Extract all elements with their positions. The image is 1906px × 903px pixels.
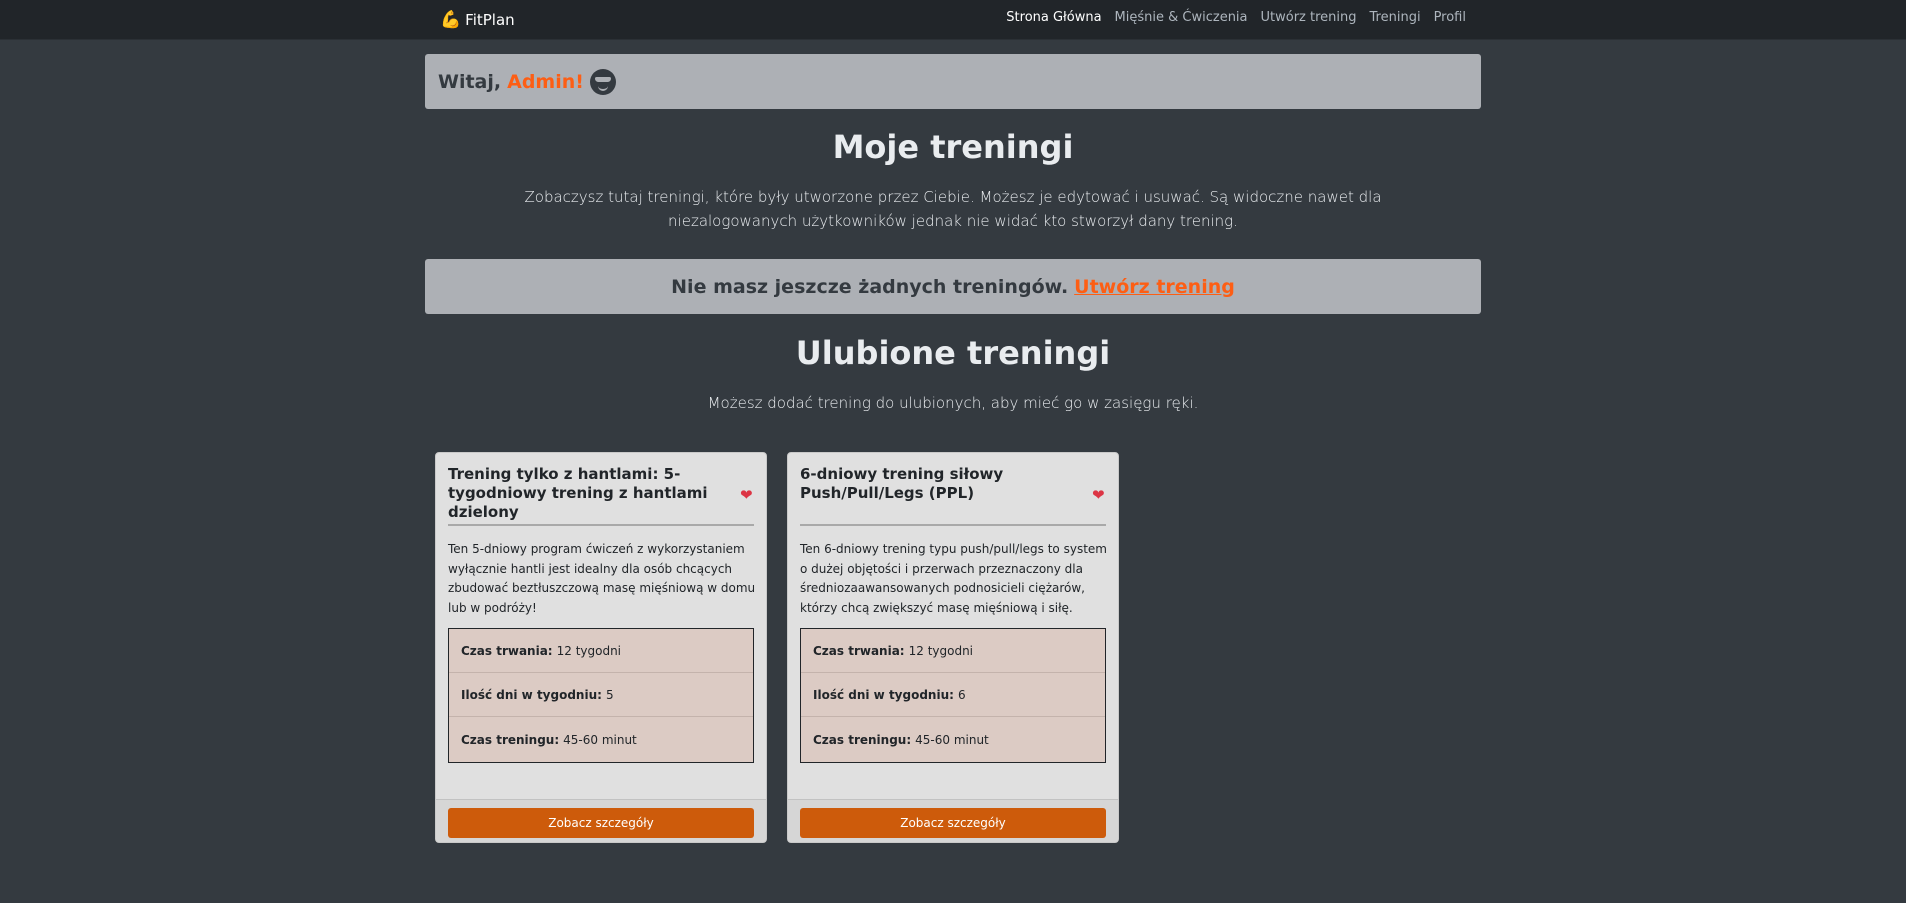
sunglasses-smiley-icon: [589, 68, 616, 95]
card-title: Trening tylko z hantlami: 5-tygodniowy t…: [448, 465, 708, 521]
card-footer: Zobacz szczegóły: [436, 799, 766, 842]
detail-value: 5: [605, 687, 614, 702]
nav-links: Strona Główna Mięśnie & Ćwiczenia Utwórz…: [1006, 10, 1466, 25]
nav-link-trainings[interactable]: Treningi: [1370, 10, 1421, 25]
my-trainings-description: Zobaczysz tutaj treningi, które były utw…: [524, 188, 1382, 230]
detail-label: Czas trwania:: [813, 643, 905, 658]
flexed-biceps-icon: 💪: [440, 9, 462, 30]
view-details-button[interactable]: Zobacz szczegóły: [448, 808, 754, 838]
detail-value: 12 tygodni: [556, 643, 622, 658]
detail-label: Czas treningu:: [461, 732, 560, 747]
my-trainings-title: Moje treningi: [832, 128, 1074, 166]
heart-icon[interactable]: ❤: [1092, 488, 1106, 503]
detail-row: Czas treningu: 45-60 minut: [801, 717, 1105, 762]
detail-row: Czas treningu: 45-60 minut: [449, 717, 753, 762]
navbar: 💪 FitPlan Strona Główna Mięśnie & Ćwicze…: [0, 0, 1906, 40]
card-divider: [800, 524, 1106, 526]
detail-row: Czas trwania: 12 tygodni: [449, 629, 753, 673]
card-divider: [448, 524, 754, 526]
detail-value: 45-60 minut: [563, 732, 637, 747]
detail-row: Ilość dni w tygodniu: 5: [449, 673, 753, 717]
welcome-username: Admin!: [507, 70, 584, 93]
nav-link-create-training[interactable]: Utwórz trening: [1261, 10, 1357, 25]
welcome-banner: Witaj, Admin!: [425, 54, 1481, 109]
detail-value: 12 tygodni: [908, 643, 974, 658]
no-trainings-text: Nie masz jeszcze żadnych treningów.: [671, 275, 1069, 298]
detail-value: 6: [957, 687, 966, 702]
detail-label: Czas treningu:: [813, 732, 912, 747]
training-card: Trening tylko z hantlami: 5-tygodniowy t…: [435, 452, 767, 843]
card-details: Czas trwania: 12 tygodni Ilość dni w tyg…: [800, 628, 1106, 763]
card-description: Ten 5-dniowy program ćwiczeń z wykorzyst…: [448, 542, 756, 615]
view-details-button[interactable]: Zobacz szczegóły: [800, 808, 1106, 838]
card-title: 6-dniowy trening siłowy Push/Pull/Legs (…: [800, 465, 1004, 502]
card-header: 6-dniowy trening siłowy Push/Pull/Legs (…: [800, 465, 1106, 519]
brand-link[interactable]: 💪 FitPlan: [440, 8, 515, 32]
brand-name: FitPlan: [465, 11, 515, 29]
detail-label: Czas trwania:: [461, 643, 553, 658]
no-trainings-alert: Nie masz jeszcze żadnych treningów. Utwó…: [425, 259, 1481, 314]
heart-icon[interactable]: ❤: [740, 488, 754, 503]
create-training-link[interactable]: Utwórz trening: [1074, 276, 1235, 298]
detail-row: Ilość dni w tygodniu: 6: [801, 673, 1105, 717]
card-description: Ten 6-dniowy trening typu push/pull/legs…: [800, 542, 1107, 615]
training-card: 6-dniowy trening siłowy Push/Pull/Legs (…: [787, 452, 1119, 843]
card-footer: Zobacz szczegóły: [788, 799, 1118, 842]
nav-link-home[interactable]: Strona Główna: [1006, 10, 1101, 25]
card-header: Trening tylko z hantlami: 5-tygodniowy t…: [448, 465, 754, 521]
detail-label: Ilość dni w tygodniu:: [461, 687, 602, 702]
favorite-trainings-title: Ulubione treningi: [795, 334, 1111, 372]
nav-link-muscles-exercises[interactable]: Mięśnie & Ćwiczenia: [1115, 10, 1248, 25]
card-details: Czas trwania: 12 tygodni Ilość dni w tyg…: [448, 628, 754, 763]
nav-link-profile[interactable]: Profil: [1434, 10, 1466, 25]
detail-label: Ilość dni w tygodniu:: [813, 687, 954, 702]
favorite-trainings-description: Możesz dodać trening do ulubionych, aby …: [707, 394, 1199, 412]
detail-row: Czas trwania: 12 tygodni: [801, 629, 1105, 673]
welcome-greeting: Witaj,: [438, 70, 502, 93]
detail-value: 45-60 minut: [915, 732, 989, 747]
